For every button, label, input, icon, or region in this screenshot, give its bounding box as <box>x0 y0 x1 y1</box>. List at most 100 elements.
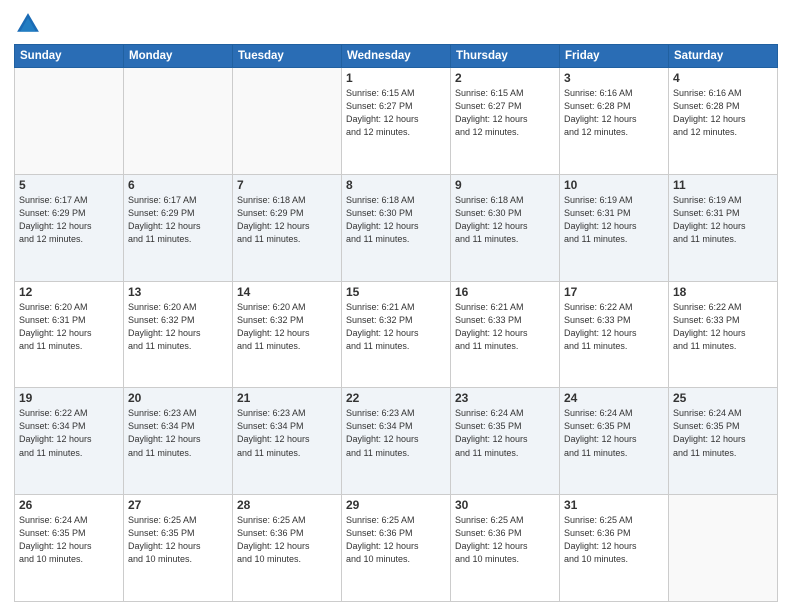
logo-icon <box>14 10 42 38</box>
calendar-cell: 24 Sunrise: 6:24 AM Sunset: 6:35 PM Dayli… <box>560 388 669 495</box>
day-info: Sunrise: 6:18 AM Sunset: 6:30 PM Dayligh… <box>455 194 555 246</box>
calendar-cell: 20 Sunrise: 6:23 AM Sunset: 6:34 PM Dayli… <box>124 388 233 495</box>
calendar-week-row: 5 Sunrise: 6:17 AM Sunset: 6:29 PM Daylig… <box>15 174 778 281</box>
calendar-cell <box>15 68 124 175</box>
day-number: 28 <box>237 498 337 512</box>
day-info: Sunrise: 6:25 AM Sunset: 6:36 PM Dayligh… <box>564 514 664 566</box>
day-info: Sunrise: 6:19 AM Sunset: 6:31 PM Dayligh… <box>564 194 664 246</box>
col-header-thursday: Thursday <box>451 45 560 68</box>
calendar-cell: 15 Sunrise: 6:21 AM Sunset: 6:32 PM Dayli… <box>342 281 451 388</box>
day-info: Sunrise: 6:25 AM Sunset: 6:35 PM Dayligh… <box>128 514 228 566</box>
calendar-cell <box>124 68 233 175</box>
logo <box>14 10 46 38</box>
calendar-cell: 22Sunrise: 6:23 AM Sunset: 6:34 PM Dayli… <box>342 388 451 495</box>
day-info: Sunrise: 6:25 AM Sunset: 6:36 PM Dayligh… <box>346 514 446 566</box>
day-info: Sunrise: 6:23 AM Sunset: 6:34 PM Dayligh… <box>128 407 228 459</box>
day-info: Sunrise: 6:22 AM Sunset: 6:33 PM Dayligh… <box>564 301 664 353</box>
calendar-table: SundayMondayTuesdayWednesdayThursdayFrid… <box>14 44 778 602</box>
calendar-cell: 12Sunrise: 6:20 AM Sunset: 6:31 PM Dayli… <box>15 281 124 388</box>
day-info: Sunrise: 6:18 AM Sunset: 6:29 PM Dayligh… <box>237 194 337 246</box>
day-number: 26 <box>19 498 119 512</box>
day-number: 30 <box>455 498 555 512</box>
day-info: Sunrise: 6:24 AM Sunset: 6:35 PM Dayligh… <box>564 407 664 459</box>
day-number: 29 <box>346 498 446 512</box>
calendar-cell: 19 Sunrise: 6:22 AM Sunset: 6:34 PM Dayli… <box>15 388 124 495</box>
day-number: 2 <box>455 71 555 85</box>
day-info: Sunrise: 6:16 AM Sunset: 6:28 PM Dayligh… <box>564 87 664 139</box>
day-info: Sunrise: 6:21 AM Sunset: 6:33 PM Dayligh… <box>455 301 555 353</box>
calendar-cell: 25 Sunrise: 6:24 AM Sunset: 6:35 PM Dayli… <box>669 388 778 495</box>
calendar-cell: 16 Sunrise: 6:21 AM Sunset: 6:33 PM Dayli… <box>451 281 560 388</box>
day-number: 7 <box>237 178 337 192</box>
day-number: 4 <box>673 71 773 85</box>
day-info: Sunrise: 6:18 AM Sunset: 6:30 PM Dayligh… <box>346 194 446 246</box>
day-number: 19 <box>19 391 119 405</box>
calendar-cell: 1Sunrise: 6:15 AM Sunset: 6:27 PM Daylig… <box>342 68 451 175</box>
day-number: 5 <box>19 178 119 192</box>
day-number: 10 <box>564 178 664 192</box>
calendar-week-row: 1Sunrise: 6:15 AM Sunset: 6:27 PM Daylig… <box>15 68 778 175</box>
calendar-cell: 7 Sunrise: 6:18 AM Sunset: 6:29 PM Daylig… <box>233 174 342 281</box>
day-number: 25 <box>673 391 773 405</box>
day-info: Sunrise: 6:24 AM Sunset: 6:35 PM Dayligh… <box>455 407 555 459</box>
calendar-cell: 17 Sunrise: 6:22 AM Sunset: 6:33 PM Dayli… <box>560 281 669 388</box>
calendar-cell <box>233 68 342 175</box>
calendar-cell: 28 Sunrise: 6:25 AM Sunset: 6:36 PM Dayli… <box>233 495 342 602</box>
calendar-cell: 27 Sunrise: 6:25 AM Sunset: 6:35 PM Dayli… <box>124 495 233 602</box>
day-number: 15 <box>346 285 446 299</box>
calendar-cell: 18 Sunrise: 6:22 AM Sunset: 6:33 PM Dayli… <box>669 281 778 388</box>
day-number: 18 <box>673 285 773 299</box>
calendar-cell: 11 Sunrise: 6:19 AM Sunset: 6:31 PM Dayli… <box>669 174 778 281</box>
day-info: Sunrise: 6:17 AM Sunset: 6:29 PM Dayligh… <box>128 194 228 246</box>
col-header-saturday: Saturday <box>669 45 778 68</box>
day-info: Sunrise: 6:24 AM Sunset: 6:35 PM Dayligh… <box>19 514 119 566</box>
day-info: Sunrise: 6:16 AM Sunset: 6:28 PM Dayligh… <box>673 87 773 139</box>
calendar-cell: 31 Sunrise: 6:25 AM Sunset: 6:36 PM Dayli… <box>560 495 669 602</box>
calendar-cell: 13Sunrise: 6:20 AM Sunset: 6:32 PM Dayli… <box>124 281 233 388</box>
calendar-cell: 23 Sunrise: 6:24 AM Sunset: 6:35 PM Dayli… <box>451 388 560 495</box>
calendar-week-row: 19 Sunrise: 6:22 AM Sunset: 6:34 PM Dayli… <box>15 388 778 495</box>
calendar-cell: 21 Sunrise: 6:23 AM Sunset: 6:34 PM Dayli… <box>233 388 342 495</box>
day-number: 11 <box>673 178 773 192</box>
calendar-cell: 4 Sunrise: 6:16 AM Sunset: 6:28 PM Daylig… <box>669 68 778 175</box>
day-number: 14 <box>237 285 337 299</box>
day-number: 23 <box>455 391 555 405</box>
day-info: Sunrise: 6:25 AM Sunset: 6:36 PM Dayligh… <box>455 514 555 566</box>
calendar-cell: 26 Sunrise: 6:24 AM Sunset: 6:35 PM Dayli… <box>15 495 124 602</box>
day-number: 3 <box>564 71 664 85</box>
day-info: Sunrise: 6:17 AM Sunset: 6:29 PM Dayligh… <box>19 194 119 246</box>
day-info: Sunrise: 6:15 AM Sunset: 6:27 PM Dayligh… <box>346 87 446 139</box>
day-number: 24 <box>564 391 664 405</box>
day-info: Sunrise: 6:20 AM Sunset: 6:31 PM Dayligh… <box>19 301 119 353</box>
day-info: Sunrise: 6:21 AM Sunset: 6:32 PM Dayligh… <box>346 301 446 353</box>
col-header-sunday: Sunday <box>15 45 124 68</box>
day-info: Sunrise: 6:23 AM Sunset: 6:34 PM Dayligh… <box>237 407 337 459</box>
day-info: Sunrise: 6:22 AM Sunset: 6:34 PM Dayligh… <box>19 407 119 459</box>
calendar-cell: 6 Sunrise: 6:17 AM Sunset: 6:29 PM Daylig… <box>124 174 233 281</box>
day-info: Sunrise: 6:23 AM Sunset: 6:34 PM Dayligh… <box>346 407 446 459</box>
day-number: 6 <box>128 178 228 192</box>
day-info: Sunrise: 6:20 AM Sunset: 6:32 PM Dayligh… <box>237 301 337 353</box>
calendar-week-row: 26 Sunrise: 6:24 AM Sunset: 6:35 PM Dayli… <box>15 495 778 602</box>
day-number: 21 <box>237 391 337 405</box>
day-number: 16 <box>455 285 555 299</box>
calendar-cell: 8Sunrise: 6:18 AM Sunset: 6:30 PM Daylig… <box>342 174 451 281</box>
day-info: Sunrise: 6:15 AM Sunset: 6:27 PM Dayligh… <box>455 87 555 139</box>
day-number: 20 <box>128 391 228 405</box>
col-header-wednesday: Wednesday <box>342 45 451 68</box>
day-number: 31 <box>564 498 664 512</box>
day-info: Sunrise: 6:22 AM Sunset: 6:33 PM Dayligh… <box>673 301 773 353</box>
calendar-header-row: SundayMondayTuesdayWednesdayThursdayFrid… <box>15 45 778 68</box>
day-number: 17 <box>564 285 664 299</box>
day-info: Sunrise: 6:19 AM Sunset: 6:31 PM Dayligh… <box>673 194 773 246</box>
calendar-cell: 9 Sunrise: 6:18 AM Sunset: 6:30 PM Daylig… <box>451 174 560 281</box>
day-number: 13 <box>128 285 228 299</box>
col-header-tuesday: Tuesday <box>233 45 342 68</box>
calendar-week-row: 12Sunrise: 6:20 AM Sunset: 6:31 PM Dayli… <box>15 281 778 388</box>
day-number: 27 <box>128 498 228 512</box>
day-number: 9 <box>455 178 555 192</box>
calendar-cell <box>669 495 778 602</box>
day-info: Sunrise: 6:24 AM Sunset: 6:35 PM Dayligh… <box>673 407 773 459</box>
day-info: Sunrise: 6:25 AM Sunset: 6:36 PM Dayligh… <box>237 514 337 566</box>
calendar-cell: 5 Sunrise: 6:17 AM Sunset: 6:29 PM Daylig… <box>15 174 124 281</box>
